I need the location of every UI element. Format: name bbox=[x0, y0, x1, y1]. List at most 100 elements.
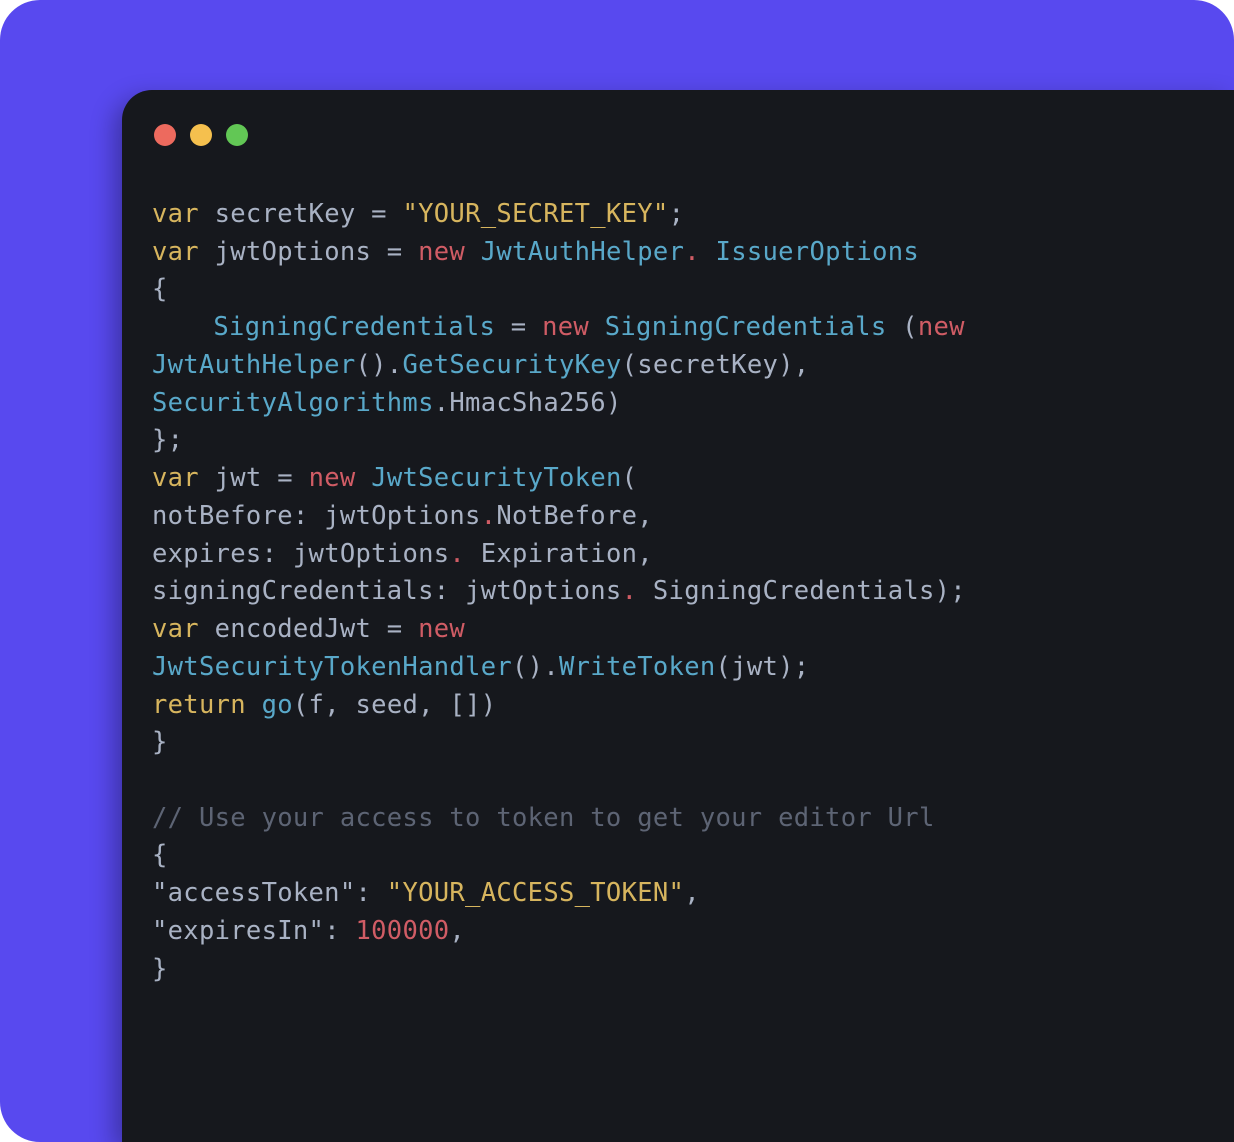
function-call: go bbox=[262, 690, 293, 720]
property: Expiration bbox=[481, 539, 638, 569]
code-line: "expiresIn": 100000, bbox=[152, 916, 465, 946]
keyword-var: var bbox=[152, 614, 199, 644]
dot: . bbox=[622, 576, 638, 606]
brace: } bbox=[152, 954, 168, 984]
comma: , bbox=[684, 878, 700, 908]
space bbox=[449, 576, 465, 606]
identifier: jwtOptions bbox=[215, 237, 372, 267]
identifier: jwt bbox=[215, 463, 262, 493]
brace: { bbox=[152, 840, 168, 870]
code-line: // Use your access to token to get your … bbox=[152, 803, 935, 833]
space bbox=[637, 576, 653, 606]
colon: : bbox=[293, 501, 309, 531]
keyword-new: new bbox=[309, 463, 356, 493]
paren: ( bbox=[716, 652, 732, 682]
code-line: var jwtOptions = new JwtAuthHelper. Issu… bbox=[152, 237, 919, 267]
method-name: WriteToken bbox=[559, 652, 716, 682]
code-line: SigningCredentials = new SigningCredenti… bbox=[152, 312, 965, 342]
json-key: "expiresIn" bbox=[152, 916, 324, 946]
type-name: JwtSecurityToken bbox=[371, 463, 621, 493]
type-name: SecurityAlgorithms bbox=[152, 388, 434, 418]
code-line: var jwt = new JwtSecurityToken( bbox=[152, 463, 637, 493]
colon: : bbox=[262, 539, 278, 569]
named-arg: signingCredentials bbox=[152, 576, 434, 606]
keyword-var: var bbox=[152, 463, 199, 493]
paren: ) bbox=[606, 388, 622, 418]
punct: , bbox=[637, 539, 653, 569]
space bbox=[700, 237, 716, 267]
colon: : bbox=[355, 878, 386, 908]
comma: , bbox=[324, 690, 355, 720]
code-line: notBefore: jwtOptions.NotBefore, bbox=[152, 501, 653, 531]
comment: // Use your access to token to get your … bbox=[152, 803, 935, 833]
maximize-button[interactable] bbox=[226, 124, 248, 146]
code-content[interactable]: var secretKey = "YOUR_SECRET_KEY"; var j… bbox=[152, 196, 1204, 988]
keyword-new: new bbox=[418, 237, 465, 267]
dot: . bbox=[449, 539, 465, 569]
code-line: return go(f, seed, []) bbox=[152, 690, 496, 720]
keyword-new: new bbox=[418, 614, 465, 644]
code-line: var encodedJwt = new bbox=[152, 614, 465, 644]
identifier: jwtOptions bbox=[465, 576, 622, 606]
brace: { bbox=[152, 274, 168, 304]
property: SigningCredentials bbox=[213, 312, 495, 342]
string-literal: "YOUR_SECRET_KEY" bbox=[402, 199, 668, 229]
punct: = bbox=[356, 199, 403, 229]
json-key: "accessToken" bbox=[152, 878, 355, 908]
comma: , bbox=[418, 690, 449, 720]
punct: ); bbox=[935, 576, 966, 606]
paren: ) bbox=[481, 690, 497, 720]
brace: }; bbox=[152, 425, 183, 455]
code-line: { bbox=[152, 274, 168, 304]
code-line: { bbox=[152, 840, 168, 870]
keyword-return: return bbox=[152, 690, 246, 720]
identifier: jwtOptions bbox=[324, 501, 481, 531]
named-arg: notBefore bbox=[152, 501, 293, 531]
space bbox=[277, 539, 293, 569]
keyword-new: new bbox=[918, 312, 965, 342]
space bbox=[589, 312, 605, 342]
punct: ; bbox=[669, 199, 685, 229]
type-name: SigningCredentials bbox=[605, 312, 887, 342]
paren: ); bbox=[778, 652, 809, 682]
identifier: jwt bbox=[731, 652, 778, 682]
type-name: IssuerOptions bbox=[716, 237, 919, 267]
number-literal: 100000 bbox=[356, 916, 450, 946]
punct: , bbox=[637, 501, 653, 531]
code-line: expires: jwtOptions. Expiration, bbox=[152, 539, 653, 569]
identifier: f bbox=[309, 690, 325, 720]
code-editor-window: var secretKey = "YOUR_SECRET_KEY"; var j… bbox=[122, 90, 1234, 1142]
blank-line bbox=[152, 765, 168, 795]
punct: = bbox=[262, 463, 309, 493]
identifier: secretKey bbox=[215, 199, 356, 229]
dot: . bbox=[387, 350, 403, 380]
background-panel: var secretKey = "YOUR_SECRET_KEY"; var j… bbox=[0, 0, 1234, 1142]
named-arg: expires bbox=[152, 539, 262, 569]
code-line: SecurityAlgorithms.HmacSha256) bbox=[152, 388, 622, 418]
space bbox=[309, 501, 325, 531]
comma: , bbox=[449, 916, 465, 946]
parens: () bbox=[512, 652, 543, 682]
close-button[interactable] bbox=[154, 124, 176, 146]
identifier: jwtOptions bbox=[293, 539, 450, 569]
minimize-button[interactable] bbox=[190, 124, 212, 146]
space bbox=[887, 312, 903, 342]
dot: . bbox=[434, 388, 450, 418]
property: SigningCredentials bbox=[653, 576, 935, 606]
code-line: var secretKey = "YOUR_SECRET_KEY"; bbox=[152, 199, 684, 229]
space bbox=[356, 463, 372, 493]
code-line bbox=[152, 765, 168, 795]
window-controls bbox=[154, 124, 1204, 146]
type-name: JwtAuthHelper bbox=[152, 350, 355, 380]
code-line: "accessToken": "YOUR_ACCESS_TOKEN", bbox=[152, 878, 700, 908]
method-name: GetSecurityKey bbox=[402, 350, 621, 380]
type-name: JwtAuthHelper bbox=[481, 237, 684, 267]
code-line: } bbox=[152, 954, 168, 984]
property: HmacSha256 bbox=[449, 388, 606, 418]
string-literal: "YOUR_ACCESS_TOKEN" bbox=[387, 878, 684, 908]
keyword-var: var bbox=[152, 199, 199, 229]
colon: : bbox=[434, 576, 450, 606]
identifier: encodedJwt bbox=[215, 614, 372, 644]
punct: = bbox=[371, 614, 418, 644]
colon: : bbox=[324, 916, 355, 946]
